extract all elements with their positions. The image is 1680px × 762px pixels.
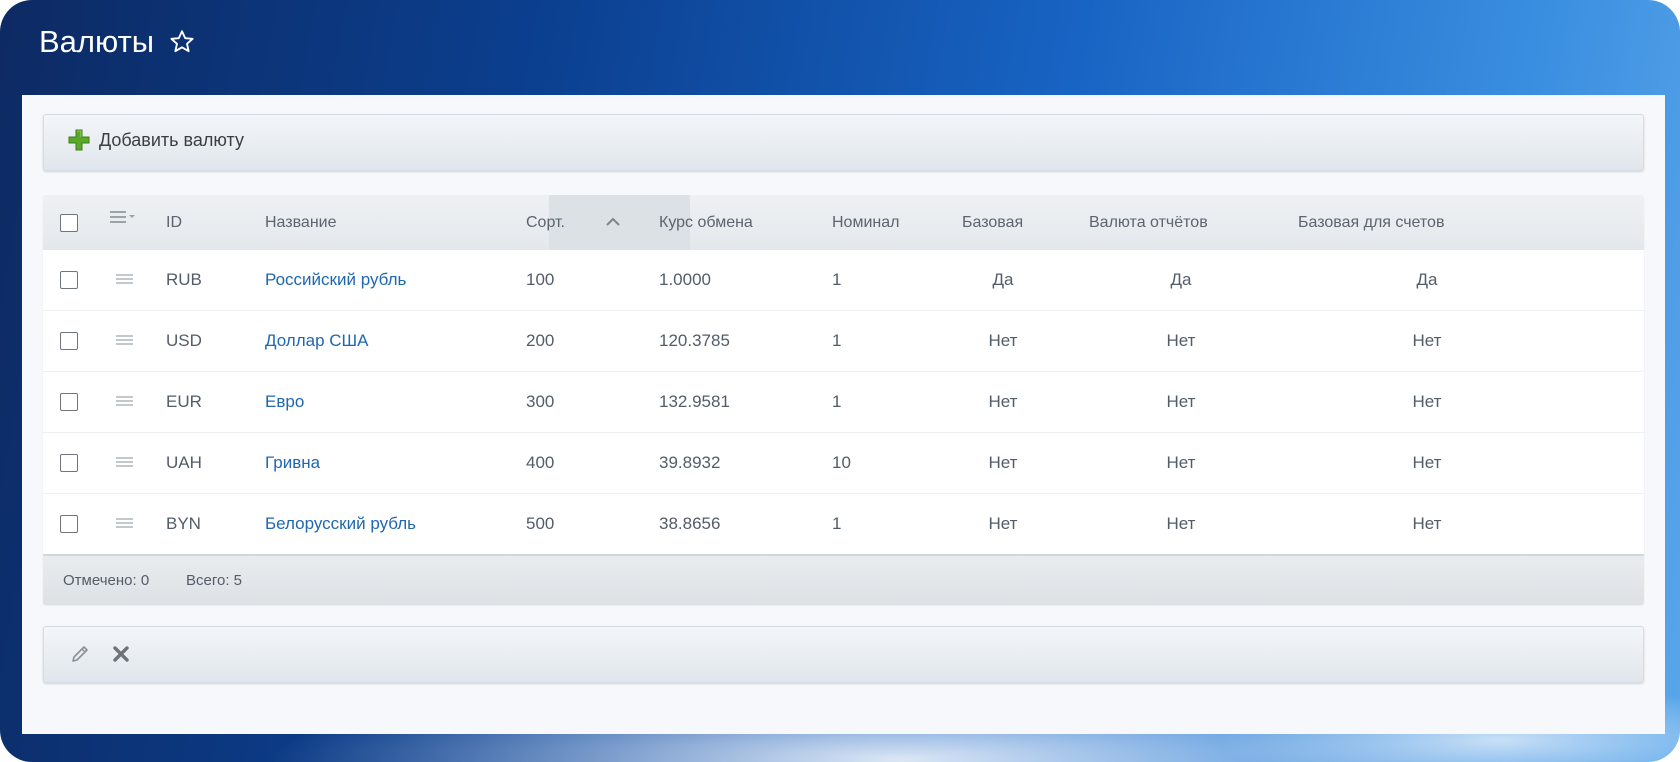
cell-rate: 120.3785 [659,331,730,350]
cell-nominal: 1 [832,270,842,289]
row-checkbox[interactable] [60,393,78,411]
cell-invoice-base: Нет [1412,331,1442,350]
pencil-icon[interactable] [69,643,91,665]
cell-name-link[interactable]: Доллар США [265,311,368,371]
col-report-currency[interactable]: Валюта отчётов [1089,195,1208,250]
cell-name-link[interactable]: Российский рубль [265,250,406,310]
table-row[interactable]: BYN Белорусский рубль 500 38.8656 1 Нет … [43,494,1644,554]
add-currency-button[interactable]: Добавить валюту [68,129,244,151]
cell-name-link[interactable]: Белорусский рубль [265,494,416,554]
cell-nominal: 1 [832,514,842,533]
cell-id: USD [166,331,202,350]
page-header: Валюты [39,24,196,60]
row-menu-icon[interactable] [116,395,133,408]
col-name[interactable]: Название [265,195,337,250]
cell-nominal: 1 [832,331,842,350]
cell-report-currency: Да [1170,270,1192,289]
cell-id: UAH [166,453,202,472]
cell-nominal: 1 [832,392,842,411]
col-rate[interactable]: Курс обмена [659,195,753,250]
cell-id: RUB [166,270,202,289]
col-id[interactable]: ID [166,195,182,250]
cell-sort: 300 [526,392,555,411]
table-row[interactable]: UAH Гривна 400 39.8932 10 Нет Нет Нет [43,433,1644,494]
cell-nominal: 10 [832,453,851,472]
cell-rate: 39.8932 [659,453,721,472]
cell-sort: 400 [526,453,555,472]
table-body: RUB Российский рубль 100 1.0000 1 Да Да … [43,250,1644,554]
cell-invoice-base: Нет [1412,392,1442,411]
cell-invoice-base: Нет [1412,514,1442,533]
total-count: Всего: 5 [186,572,243,589]
content-area: Добавить валюту ID Название Сорт. Курс о… [22,95,1665,734]
select-all-checkbox[interactable] [60,214,78,232]
col-sort[interactable]: Сорт. [526,195,565,250]
window-frame: Валюты Добавить валюту ID Название Сорт.… [0,0,1680,762]
bottom-action-bar [43,626,1644,683]
table-row[interactable]: RUB Российский рубль 100 1.0000 1 Да Да … [43,250,1644,311]
cell-sort: 100 [526,270,555,289]
cell-base: Нет [988,392,1018,411]
cell-id: EUR [166,392,202,411]
col-nominal[interactable]: Номинал [832,195,899,250]
currency-table: ID Название Сорт. Курс обмена Номинал Ба… [43,195,1644,605]
row-checkbox[interactable] [60,271,78,289]
top-toolbar: Добавить валюту [43,114,1644,171]
cell-invoice-base: Нет [1412,453,1442,472]
page-title: Валюты [39,24,155,59]
col-base[interactable]: Базовая [962,195,1023,250]
star-icon[interactable] [168,28,196,56]
table-footer: Отмечено: 0 Всего: 5 [43,554,1644,605]
cell-report-currency: Нет [1166,453,1196,472]
cell-report-currency: Нет [1166,392,1196,411]
cell-rate: 1.0000 [659,270,711,289]
cell-rate: 38.8656 [659,514,721,533]
cell-name-link[interactable]: Гривна [265,433,320,493]
cell-report-currency: Нет [1166,331,1196,350]
cell-id: BYN [166,514,201,533]
row-menu-icon[interactable] [116,334,133,347]
plus-icon [68,129,90,151]
cell-invoice-base: Да [1416,270,1438,289]
row-checkbox[interactable] [60,515,78,533]
cell-base: Нет [988,331,1018,350]
row-menu-icon[interactable] [116,456,133,469]
sort-ascending-icon[interactable] [606,217,620,226]
cell-report-currency: Нет [1166,514,1196,533]
table-row[interactable]: USD Доллар США 200 120.3785 1 Нет Нет Не… [43,311,1644,372]
close-icon[interactable] [110,643,132,665]
cell-sort: 200 [526,331,555,350]
cell-rate: 132.9581 [659,392,730,411]
add-currency-label: Добавить валюту [99,129,244,150]
cell-base: Нет [988,514,1018,533]
cell-name-link[interactable]: Евро [265,372,304,432]
row-menu-icon[interactable] [116,517,133,530]
cell-base: Да [992,270,1014,289]
selected-count: Отмечено: 0 [63,572,150,589]
column-menu-icon[interactable] [110,210,136,224]
table-row[interactable]: EUR Евро 300 132.9581 1 Нет Нет Нет [43,372,1644,433]
row-checkbox[interactable] [60,332,78,350]
cell-sort: 500 [526,514,555,533]
table-header: ID Название Сорт. Курс обмена Номинал Ба… [43,195,1644,250]
col-invoice-base[interactable]: Базовая для счетов [1298,195,1444,250]
row-menu-icon[interactable] [116,273,133,286]
row-checkbox[interactable] [60,454,78,472]
cell-base: Нет [988,453,1018,472]
